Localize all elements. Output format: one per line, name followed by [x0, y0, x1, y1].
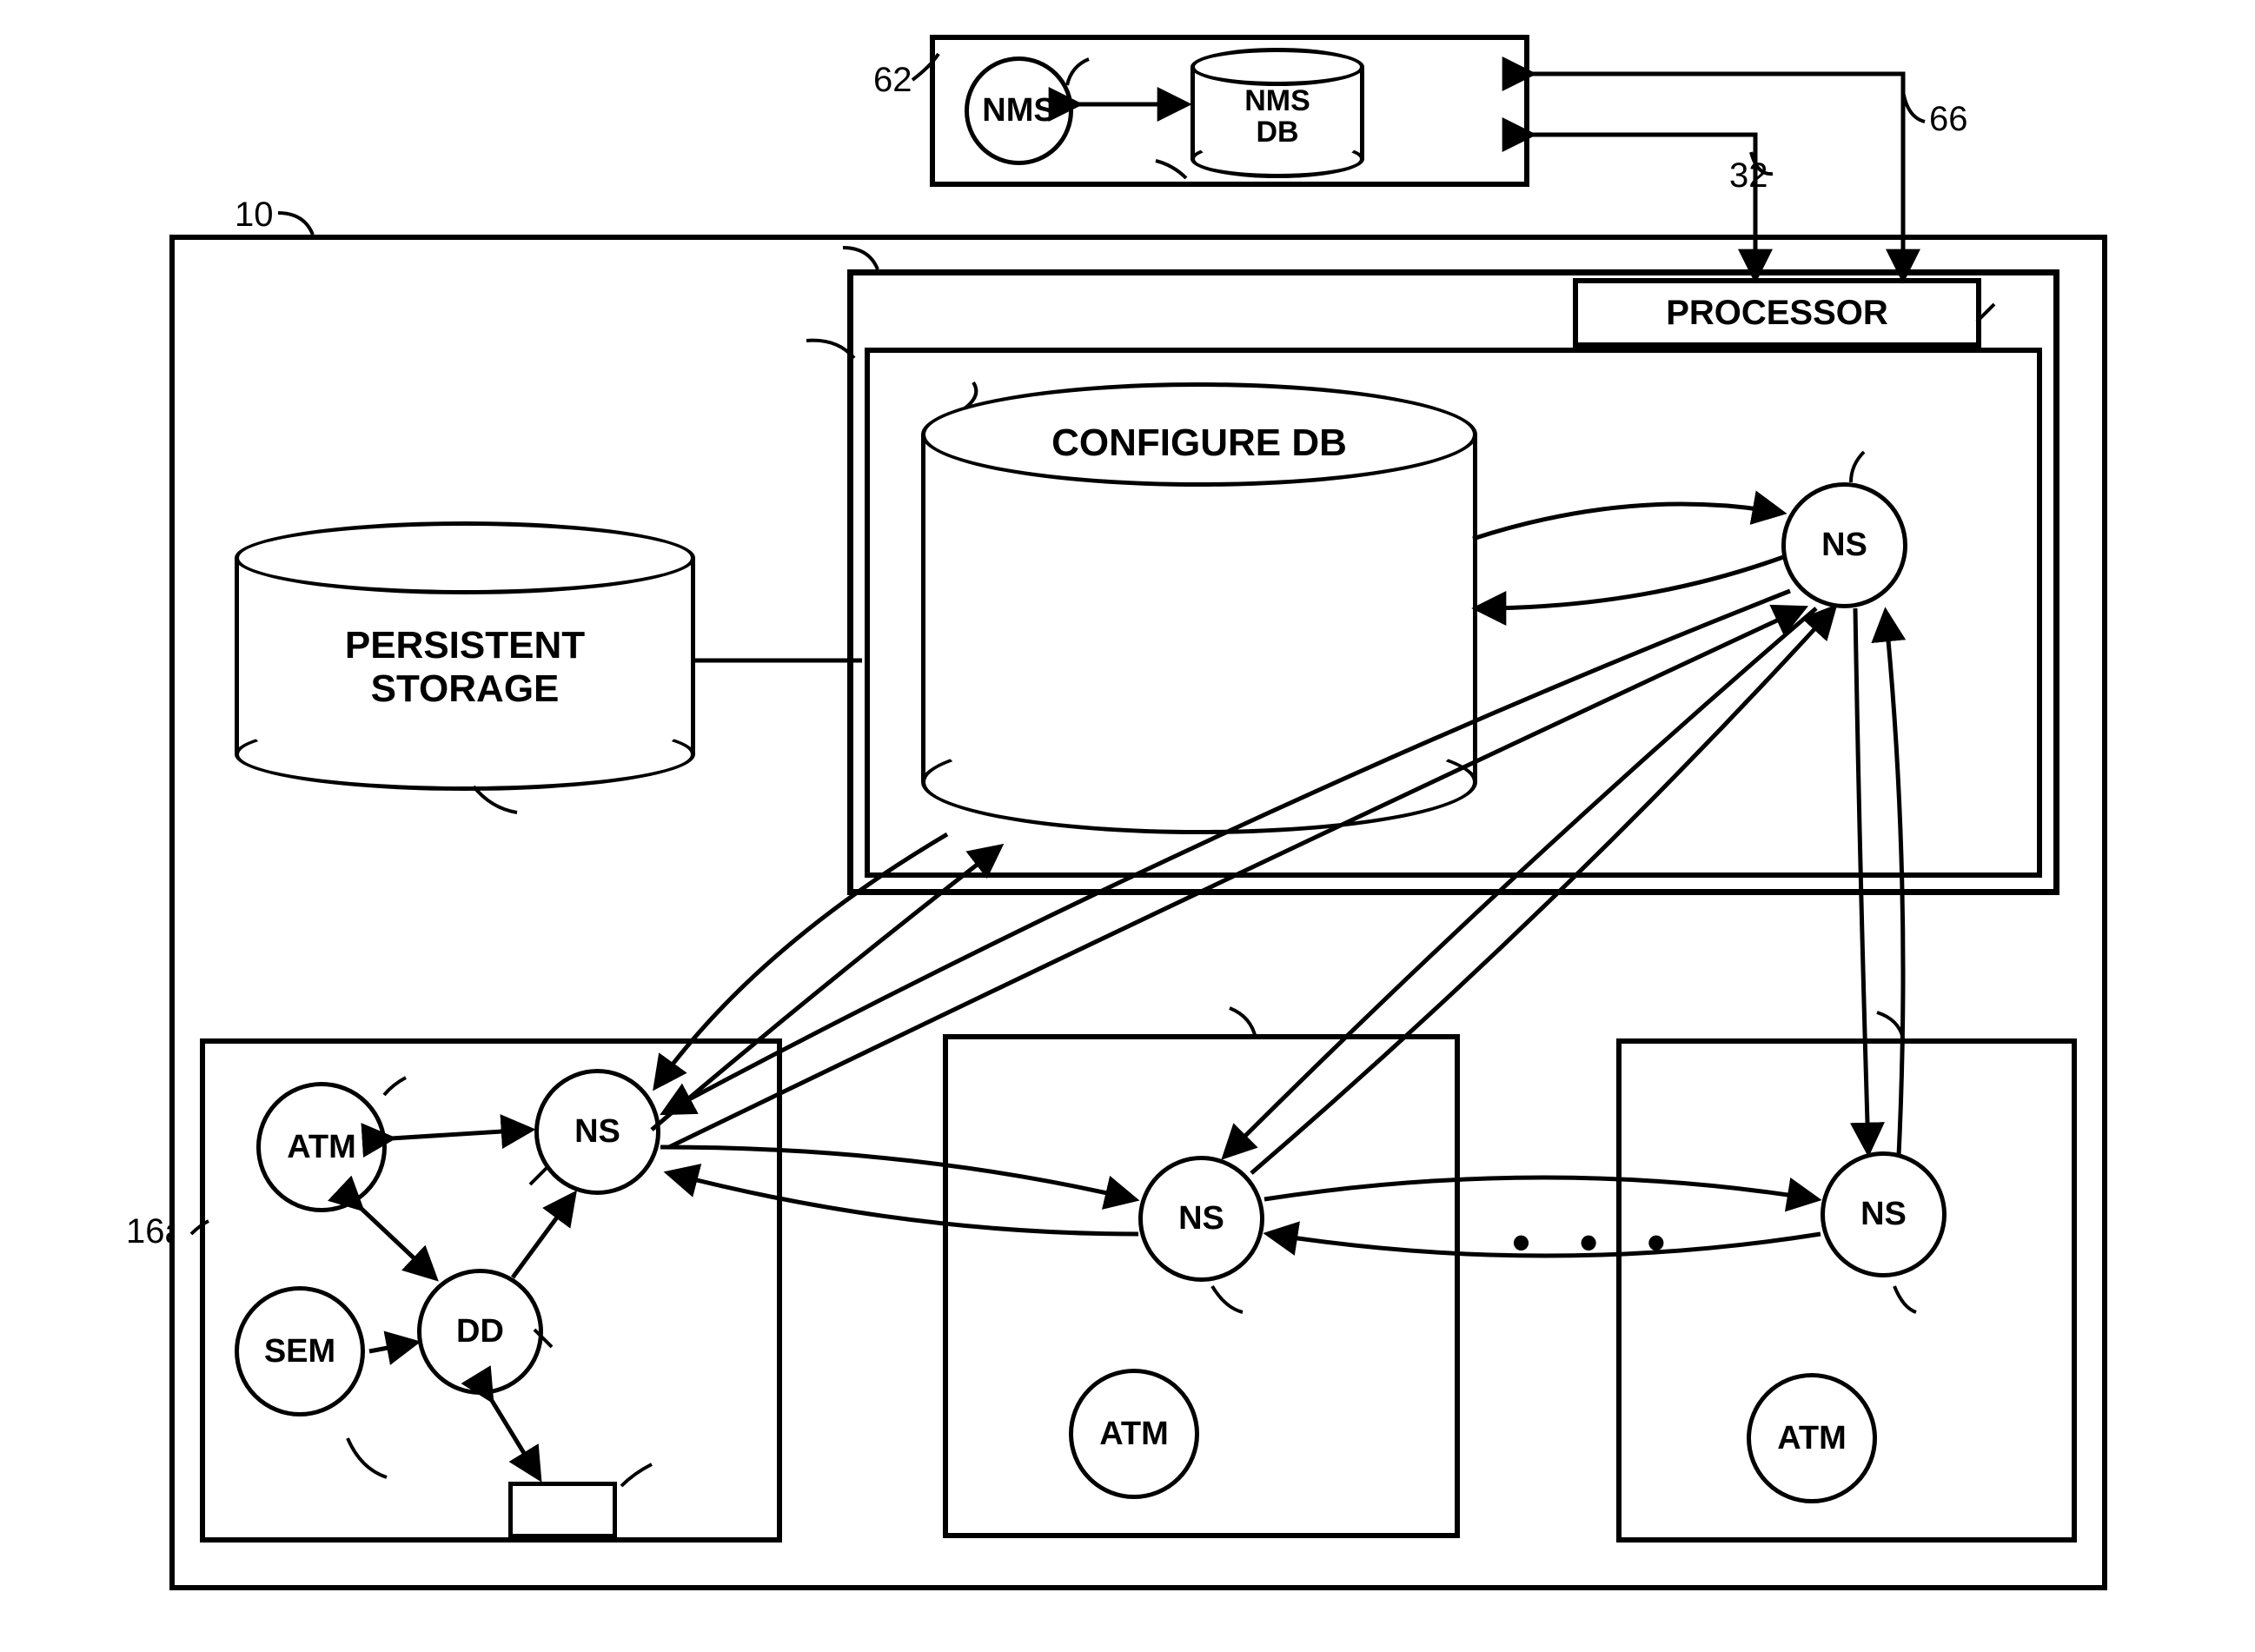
- nms-label: NMS: [982, 92, 1055, 129]
- ns-node-n: NS: [1821, 1151, 1947, 1277]
- persistent-label1: PERSISTENT: [345, 624, 585, 667]
- configure-db-cylinder: CONFIGURE DB: [921, 382, 1477, 834]
- ellipsis-dots: • • •: [1512, 1212, 1682, 1272]
- ref-10: 10: [235, 196, 274, 235]
- system-architecture-diagram: 10 12 40 42 60 61 62 66 32 24 21 220a 22…: [0, 0, 2255, 1652]
- processor-label: PROCESSOR: [1666, 294, 1888, 333]
- port-box-44a: [508, 1482, 617, 1538]
- ns-label-b: NS: [574, 1113, 620, 1151]
- nms-node: NMS: [965, 56, 1073, 165]
- ns-node-b: NS: [534, 1069, 660, 1195]
- ns-label-a: NS: [1821, 527, 1867, 564]
- ref-32: 32: [1729, 156, 1768, 196]
- atm-node-b: ATM: [1069, 1369, 1199, 1499]
- persistent-storage-cylinder: PERSISTENT STORAGE: [235, 521, 695, 791]
- atm-node-n: ATM: [1747, 1373, 1877, 1503]
- ref-62: 62: [873, 61, 912, 100]
- sem-node: SEM: [235, 1286, 365, 1416]
- ns-label-c: NS: [1178, 1200, 1224, 1237]
- persistent-label2: STORAGE: [371, 667, 560, 711]
- ns-node-c: NS: [1138, 1156, 1264, 1282]
- dd-label: DD: [456, 1313, 504, 1350]
- configure-db-label: CONFIGURE DB: [1051, 421, 1347, 464]
- dd-node: DD: [417, 1269, 543, 1395]
- nms-db-label1: NMS: [1244, 86, 1310, 117]
- nms-db-cylinder: NMS DB: [1191, 48, 1364, 178]
- atm-node-a: ATM: [256, 1082, 387, 1212]
- atm-label-a: ATM: [287, 1129, 356, 1166]
- ns-label-n: NS: [1860, 1196, 1907, 1233]
- ns-node-a: NS: [1781, 482, 1907, 608]
- ref-66: 66: [1929, 100, 1968, 139]
- nms-db-label2: DB: [1256, 117, 1298, 149]
- sem-label: SEM: [264, 1333, 335, 1370]
- atm-label-n: ATM: [1777, 1420, 1847, 1457]
- processor-box: PROCESSOR: [1573, 278, 1981, 348]
- atm-label-b: ATM: [1099, 1416, 1169, 1453]
- box-16b: [943, 1034, 1460, 1538]
